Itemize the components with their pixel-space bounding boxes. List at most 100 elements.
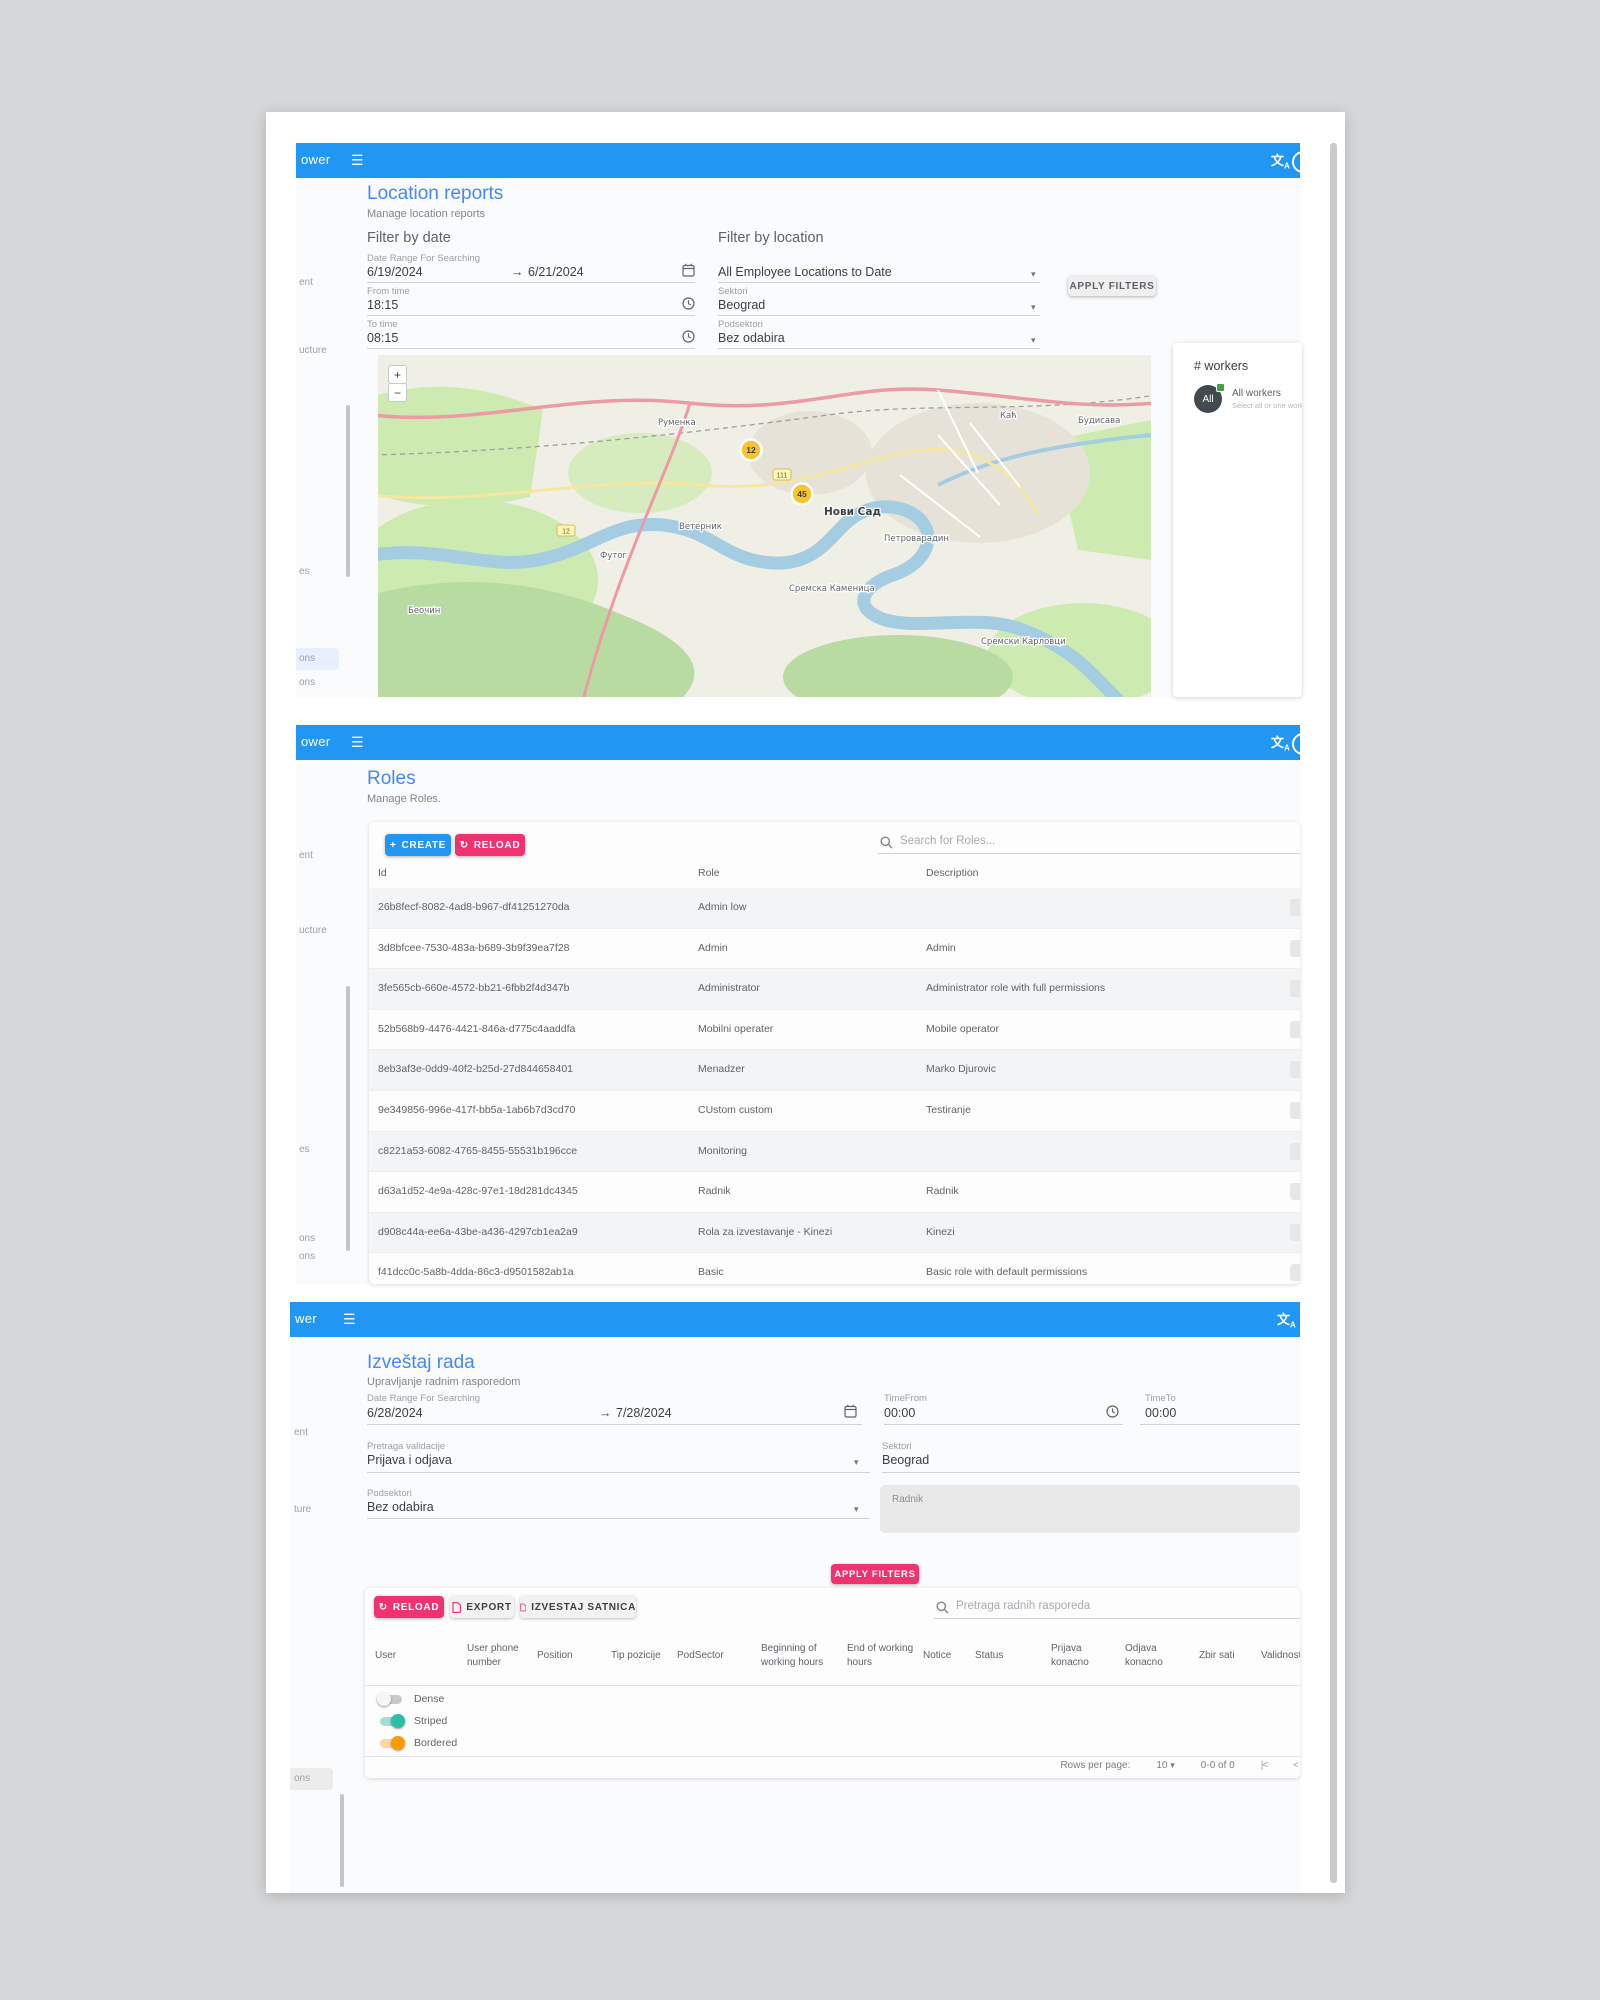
- sidebar-scrollbar-thumb[interactable]: [346, 986, 350, 1251]
- roles-search-input[interactable]: [898, 834, 1292, 848]
- chevron-down-icon[interactable]: ▾: [854, 1457, 859, 1468]
- table-row[interactable]: d63a1d52-4e9a-428c-97e1-18d281dc4345Radn…: [369, 1172, 1300, 1213]
- row-action-button[interactable]: [1290, 1143, 1300, 1160]
- sidebar-item-fragment[interactable]: ent: [299, 850, 313, 861]
- calendar-icon[interactable]: [844, 1404, 857, 1418]
- account-icon[interactable]: [1292, 151, 1300, 173]
- clock-icon[interactable]: [1106, 1405, 1119, 1418]
- sidebar-item-fragment[interactable]: ture: [294, 1504, 311, 1515]
- sidebar-item-fragment[interactable]: es: [299, 566, 310, 577]
- sidebar-scrollbar-thumb[interactable]: [340, 1794, 344, 1887]
- izvestaj-search-input[interactable]: [954, 1599, 1288, 1613]
- row-action-button[interactable]: [1290, 1224, 1300, 1241]
- translate-icon[interactable]: 文A: [1271, 732, 1290, 753]
- bordered-toggle[interactable]: [377, 1736, 405, 1750]
- column-header[interactable]: Validnost: [1261, 1649, 1300, 1664]
- sidebar-item-fragment[interactable]: ucture: [299, 925, 327, 936]
- table-row[interactable]: c8221a53-6082-4765-8455-55531b196cceMoni…: [369, 1132, 1300, 1173]
- chevron-down-icon[interactable]: ▾: [854, 1504, 859, 1515]
- hamburger-icon[interactable]: ☰: [351, 151, 364, 169]
- sidebar-item-fragment[interactable]: ent: [294, 1427, 308, 1438]
- reload-button[interactable]: ↻RELOAD: [374, 1596, 444, 1618]
- column-header[interactable]: Role: [698, 867, 720, 879]
- table-row[interactable]: 9e349856-996e-417f-bb5a-1ab6b7d3cd70CUst…: [369, 1091, 1300, 1132]
- table-row[interactable]: 8eb3af3e-0dd9-40f2-b25d-27d844658401Mena…: [369, 1050, 1300, 1091]
- table-row[interactable]: d908c44a-ee6a-43be-a436-4297cb1ea2a9Rola…: [369, 1213, 1300, 1254]
- column-header[interactable]: User phone number: [467, 1642, 537, 1671]
- sidebar-item-fragment[interactable]: ons: [299, 653, 315, 664]
- date-to-input[interactable]: 6/21/2024: [528, 265, 584, 279]
- table-row[interactable]: 3fe565cb-660e-4572-bb21-6fbb2f4d347bAdmi…: [369, 969, 1300, 1010]
- hamburger-icon[interactable]: ☰: [351, 733, 364, 751]
- calendar-icon[interactable]: [682, 263, 695, 277]
- rows-per-page-select[interactable]: 10 ▾: [1156, 1760, 1174, 1771]
- sidebar-item-fragment[interactable]: ons: [299, 1233, 315, 1244]
- row-action-button[interactable]: [1290, 1264, 1300, 1281]
- dense-toggle[interactable]: [377, 1692, 405, 1706]
- time-from-input[interactable]: 00:00: [884, 1406, 915, 1420]
- pretraga-select[interactable]: Prijava i odjava: [367, 1453, 452, 1467]
- row-action-button[interactable]: [1290, 980, 1300, 997]
- column-header[interactable]: Odjava konacno: [1125, 1642, 1199, 1671]
- column-header[interactable]: End of working hours: [847, 1642, 923, 1671]
- podsektori-select[interactable]: Bez odabira: [718, 331, 785, 345]
- chevron-down-icon[interactable]: ▾: [1031, 302, 1036, 313]
- column-header[interactable]: Zbir sati: [1199, 1649, 1261, 1664]
- apply-filters-button[interactable]: APPLY FILTERS: [1068, 276, 1156, 296]
- column-header[interactable]: Beginning of working hours: [761, 1642, 847, 1671]
- row-action-button[interactable]: [1290, 940, 1300, 957]
- sidebar-item-fragment[interactable]: ons: [299, 677, 315, 688]
- date-from-input[interactable]: 6/28/2024: [367, 1406, 423, 1420]
- sidebar-item-fragment[interactable]: ent: [299, 277, 313, 288]
- row-action-button[interactable]: [1290, 1102, 1300, 1119]
- all-locations-select[interactable]: All Employee Locations to Date: [718, 265, 892, 279]
- column-header[interactable]: Notice: [923, 1649, 975, 1664]
- row-action-button[interactable]: [1290, 1183, 1300, 1200]
- podsektori-select[interactable]: Bez odabira: [367, 1500, 434, 1514]
- clock-icon[interactable]: [682, 297, 695, 310]
- row-action-button[interactable]: [1290, 1021, 1300, 1038]
- export-button[interactable]: EXPORT: [450, 1596, 514, 1618]
- table-row[interactable]: 52b568b9-4476-4421-846a-d775c4aaddfaMobi…: [369, 1010, 1300, 1051]
- column-header[interactable]: User: [375, 1649, 467, 1664]
- from-time-input[interactable]: 18:15: [367, 298, 398, 312]
- prev-page-icon[interactable]: <: [1293, 1760, 1298, 1771]
- map-canvas[interactable]: 12111РуменкаКаћБудисаваНови СадВетерникФ…: [378, 355, 1151, 697]
- column-header[interactable]: Position: [537, 1649, 611, 1664]
- table-row[interactable]: 26b8fecf-8082-4ad8-b967-df41251270daAdmi…: [369, 888, 1300, 929]
- clock-icon[interactable]: [682, 330, 695, 343]
- sektori-select[interactable]: Beograd: [718, 298, 765, 312]
- create-button[interactable]: +CREATE: [385, 834, 451, 856]
- window-scrollbar[interactable]: [1330, 143, 1337, 1883]
- sidebar-item-fragment[interactable]: ons: [299, 1251, 315, 1262]
- sektori-select[interactable]: Beograd: [882, 1453, 929, 1467]
- sidebar-scrollbar-thumb[interactable]: [346, 405, 350, 577]
- translate-icon[interactable]: 文A: [1277, 1309, 1296, 1330]
- column-header[interactable]: Tip pozicije: [611, 1649, 677, 1664]
- sidebar-item-fragment[interactable]: es: [299, 1144, 310, 1155]
- first-page-icon[interactable]: |<: [1261, 1760, 1267, 1771]
- row-action-button[interactable]: [1290, 1061, 1300, 1078]
- column-header[interactable]: Prijava konacno: [1051, 1642, 1125, 1671]
- column-header[interactable]: PodSector: [677, 1649, 761, 1664]
- reload-button[interactable]: ↻RELOAD: [455, 834, 525, 856]
- map-zoom-out-button[interactable]: −: [388, 383, 407, 402]
- all-workers-label[interactable]: All workers: [1232, 388, 1281, 399]
- table-row[interactable]: f41dcc0c-5a8b-4dda-86c3-d9501582ab1aBasi…: [369, 1253, 1300, 1284]
- account-icon[interactable]: [1292, 733, 1300, 755]
- table-row[interactable]: 3d8bfcee-7530-483a-b689-3b9f39ea7f28Admi…: [369, 929, 1300, 970]
- apply-filters-button[interactable]: APPLY FILTERS: [831, 1564, 919, 1584]
- hamburger-icon[interactable]: ☰: [343, 1310, 356, 1328]
- to-time-input[interactable]: 08:15: [367, 331, 398, 345]
- chevron-down-icon[interactable]: ▾: [1031, 269, 1036, 280]
- column-header[interactable]: Description: [926, 867, 979, 879]
- striped-toggle[interactable]: [377, 1714, 405, 1728]
- map-zoom-in-button[interactable]: +: [388, 365, 407, 384]
- translate-icon[interactable]: 文A: [1271, 150, 1290, 171]
- chevron-down-icon[interactable]: ▾: [1031, 335, 1036, 346]
- column-header[interactable]: Id: [378, 867, 387, 879]
- date-to-input[interactable]: 7/28/2024: [616, 1406, 672, 1420]
- izvestaj-satnica-button[interactable]: IZVESTAJ SATNICA: [520, 1596, 636, 1618]
- date-from-input[interactable]: 6/19/2024: [367, 265, 423, 279]
- row-action-button[interactable]: [1290, 899, 1300, 916]
